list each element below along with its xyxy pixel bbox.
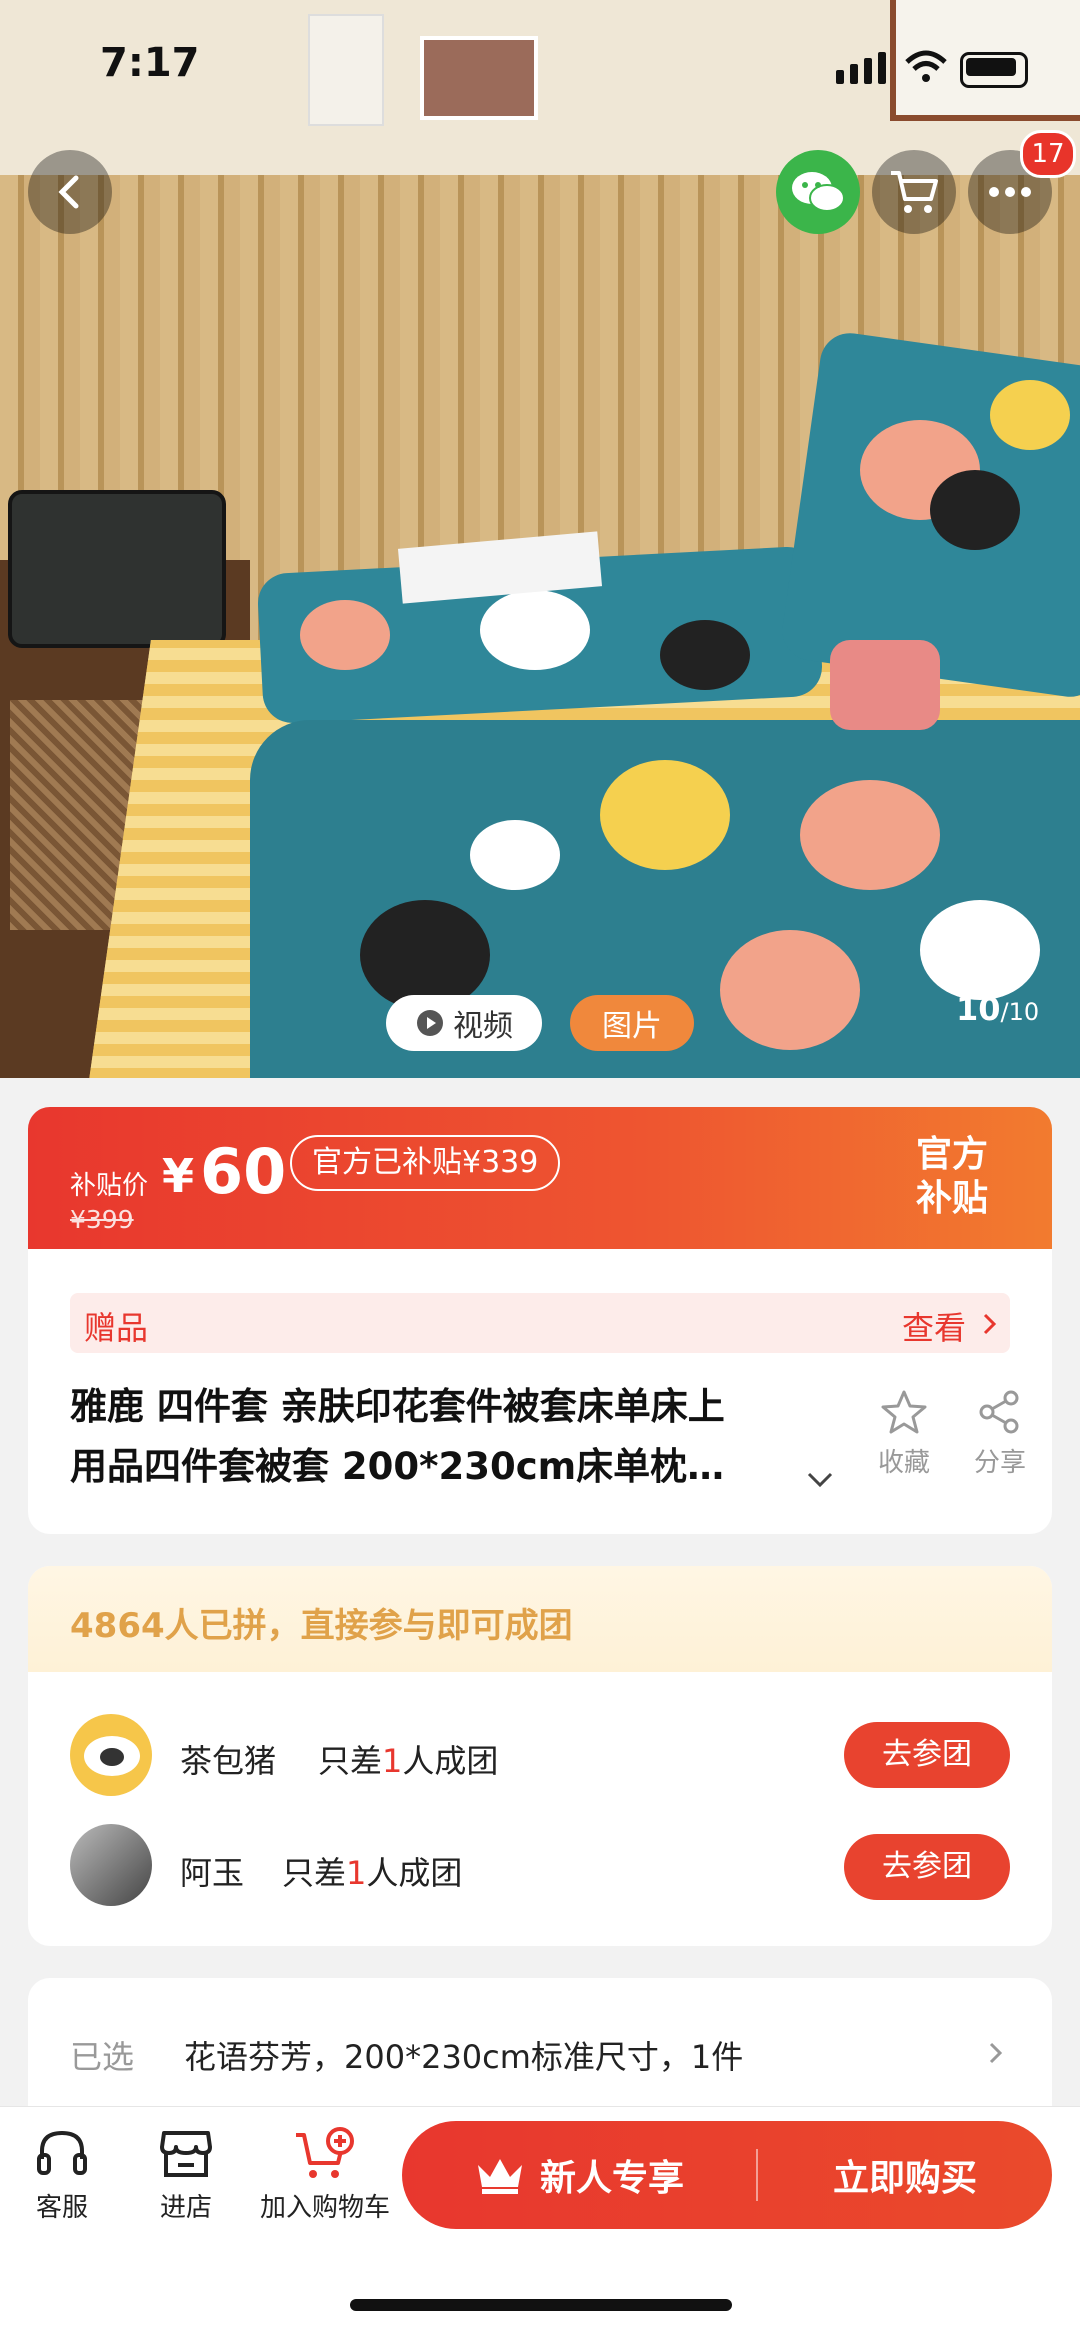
battery-icon <box>960 52 1028 88</box>
share-icon <box>979 1390 1019 1434</box>
flower-pattern <box>930 470 1020 550</box>
wall-photo <box>308 14 384 126</box>
product-info-card: 赠品 查看 雅鹿 四件套 亲肤印花套件被套床单床上 用品四件套被套 200*23… <box>28 1249 1052 1534</box>
image-counter-total: /10 <box>1000 998 1040 1026</box>
member-need: 只差1人成团 <box>282 1848 462 1894</box>
chevron-right-icon <box>989 2042 1003 2064</box>
favorite-label: 收藏 <box>877 1448 930 1478</box>
signal-icon <box>878 52 886 84</box>
group-header: 4864人已拼，直接参与即可成团 <box>28 1566 1052 1672</box>
store-button[interactable]: 进店 <box>146 2127 226 2224</box>
member-name: 阿玉 <box>180 1854 245 1892</box>
new-user-exclusive-button[interactable]: 新人专享 <box>402 2121 756 2229</box>
image-tab[interactable]: 图片 <box>570 995 694 1051</box>
store-icon <box>160 2131 212 2177</box>
flower-pattern <box>480 590 590 670</box>
image-counter-current: 10 <box>956 990 1001 1028</box>
group-buy-card: 4864人已拼，直接参与即可成团 茶包猪 只差1人成团 去参团 阿玉 只差1人成… <box>28 1566 1052 1946</box>
need-prefix: 只差 <box>318 1742 383 1780</box>
favorite-button[interactable]: 收藏 <box>864 1389 944 1479</box>
more-icon <box>989 187 1031 197</box>
telephone <box>830 640 940 730</box>
signal-icon <box>850 64 858 84</box>
product-title-line2: 用品四件套被套 200*230cm床单枕… <box>70 1445 725 1488</box>
price-banner: 补贴价 ¥ 60 ¥399 官方已补贴¥339 官方 补贴 <box>28 1107 1052 1249</box>
flower-pattern <box>990 380 1070 450</box>
back-button[interactable] <box>28 150 112 234</box>
customer-service-label: 客服 <box>35 2193 88 2223</box>
home-indicator <box>350 2299 732 2311</box>
bottom-action-bar: 客服 进店 加入购物车 新人专享 立即购买 <box>0 2106 1080 2338</box>
play-icon <box>417 1010 443 1036</box>
selected-label: 已选 <box>70 2038 135 2076</box>
chevron-right-icon <box>983 1313 997 1335</box>
video-tab-label: 视频 <box>453 1009 513 1044</box>
wechat-icon <box>792 172 845 212</box>
member-need: 只差1人成团 <box>318 1736 498 1782</box>
chevron-left-icon <box>58 175 79 209</box>
status-time: 7:17 <box>100 40 200 86</box>
purchase-action-group: 新人专享 立即购买 <box>402 2121 1052 2229</box>
group-header-text: 4864人已拼，直接参与即可成团 <box>70 1606 573 1646</box>
signal-icon <box>836 70 844 84</box>
need-count: 1 <box>382 1742 403 1780</box>
avatar <box>70 1824 152 1906</box>
image-counter: 10/10 <box>956 990 1039 1028</box>
wall-photo <box>420 36 538 120</box>
avatar <box>70 1714 152 1796</box>
official-subsidy-line2: 补贴 <box>916 1178 989 1219</box>
add-cart-icon <box>296 2127 354 2178</box>
cart-icon <box>891 171 938 213</box>
flower-pattern <box>800 780 940 890</box>
cart-button[interactable] <box>872 150 956 234</box>
subsidy-tag: 官方已补贴¥339 <box>290 1135 561 1191</box>
wifi-icon <box>905 50 947 82</box>
price-currency: ¥ <box>162 1149 195 1203</box>
flower-pattern <box>720 930 860 1050</box>
headset-icon <box>37 2130 87 2175</box>
selected-value: 花语芬芳，200*230cm标准尺寸，1件 <box>184 2038 744 2076</box>
buy-now-label: 立即购买 <box>832 2158 977 2199</box>
official-subsidy-line1: 官方 <box>916 1134 989 1175</box>
need-count: 1 <box>346 1854 367 1892</box>
expand-chevron-icon[interactable] <box>806 1471 834 1489</box>
flower-pattern <box>470 820 560 890</box>
flower-pattern <box>360 900 490 1010</box>
customer-service-button[interactable]: 客服 <box>22 2127 102 2224</box>
need-suffix: 人成团 <box>402 1742 499 1780</box>
flower-pattern <box>600 760 730 870</box>
share-label: 分享 <box>973 1448 1026 1478</box>
gift-label: 赠品 <box>84 1309 149 1347</box>
wechat-share-button[interactable] <box>776 150 860 234</box>
need-suffix: 人成团 <box>366 1854 463 1892</box>
add-to-cart-label: 加入购物车 <box>259 2193 390 2223</box>
join-group-button[interactable]: 去参团 <box>844 1722 1010 1788</box>
need-prefix: 只差 <box>282 1854 347 1892</box>
add-to-cart-button[interactable]: 加入购物车 <box>252 2127 398 2224</box>
price-value: 60 <box>200 1135 287 1208</box>
cart-count-badge: 17 <box>1020 130 1076 178</box>
flower-pattern <box>300 600 390 670</box>
share-button[interactable]: 分享 <box>960 1389 1040 1479</box>
product-title-line1: 雅鹿 四件套 亲肤印花套件被套床单床上 <box>70 1385 725 1428</box>
gift-view-link[interactable]: 查看 <box>902 1303 966 1349</box>
official-subsidy-badge: 官方 补贴 <box>916 1133 988 1221</box>
original-price: ¥399 <box>70 1205 134 1234</box>
star-icon <box>881 1390 927 1434</box>
signal-icon <box>864 58 872 84</box>
product-title: 雅鹿 四件套 亲肤印花套件被套床单床上 用品四件套被套 200*230cm床单枕… <box>70 1377 850 1497</box>
store-label: 进店 <box>159 2193 212 2223</box>
speaker <box>8 490 226 648</box>
flower-pattern <box>920 900 1040 1000</box>
gift-row[interactable]: 赠品 查看 <box>70 1293 1010 1353</box>
crown-icon <box>477 2159 522 2194</box>
flower-pattern <box>660 620 750 690</box>
image-tab-label: 图片 <box>602 1009 662 1044</box>
new-user-label: 新人专享 <box>539 2158 684 2199</box>
price-label: 补贴价 <box>70 1171 149 1201</box>
member-name: 茶包猪 <box>180 1742 277 1780</box>
buy-now-button[interactable]: 立即购买 <box>758 2121 1052 2229</box>
join-group-button[interactable]: 去参团 <box>844 1834 1010 1900</box>
video-tab[interactable]: 视频 <box>386 995 542 1051</box>
